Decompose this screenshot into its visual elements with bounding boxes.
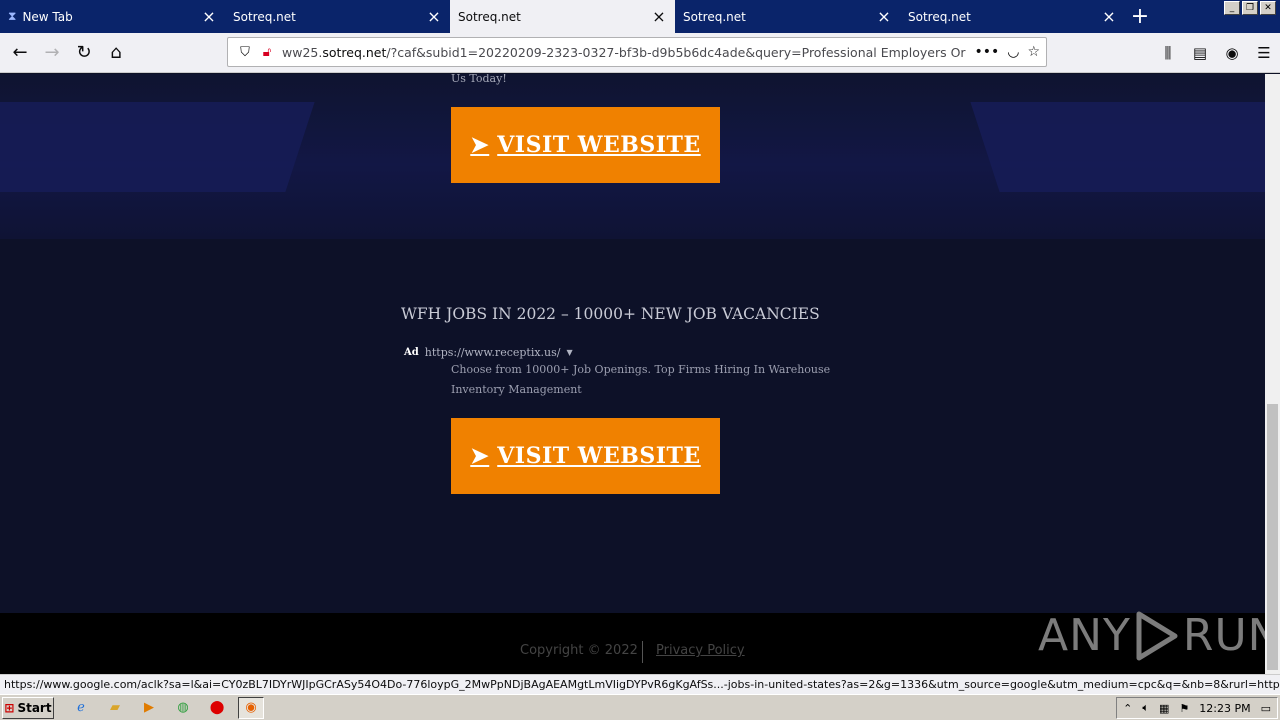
- flag-icon[interactable]: ⚑: [1179, 702, 1189, 715]
- clock[interactable]: 12:23 PM: [1199, 702, 1250, 715]
- url-domain: sotreq.net: [322, 44, 387, 60]
- restore-button[interactable]: ❐: [1242, 1, 1258, 15]
- url-prefix: ww25.: [282, 44, 323, 60]
- vertical-scrollbar[interactable]: [1265, 74, 1280, 674]
- account-icon[interactable]: ◉: [1216, 37, 1248, 69]
- firefox-icon[interactable]: ◉: [238, 696, 264, 719]
- ad-url-link[interactable]: https://www.receptix.us/: [425, 346, 561, 359]
- page-actions-ellipsis-icon[interactable]: •••: [974, 44, 999, 60]
- tab-title: Sotreq.net: [458, 9, 521, 24]
- tab-title: Sotreq.net: [233, 9, 296, 24]
- reload-icon[interactable]: ↻: [68, 37, 100, 69]
- back-arrow-icon[interactable]: ←: [4, 37, 36, 69]
- copyright-text: Copyright © 2022: [520, 643, 638, 658]
- footer-divider: [642, 641, 643, 663]
- new-tab-plus-icon[interactable]: +: [1125, 0, 1155, 33]
- close-icon[interactable]: ×: [201, 8, 217, 25]
- ie-icon[interactable]: ℯ: [68, 697, 94, 719]
- media-player-icon[interactable]: ▶: [136, 697, 162, 719]
- tab-title: Sotreq.net: [683, 9, 746, 24]
- quick-launch: ℯ ▰ ▶ ◍ ⬤ ◉: [68, 696, 264, 719]
- insecure-lock-icon[interactable]: 🔓︎: [256, 45, 278, 60]
- volume-icon[interactable]: 🔈︎: [1142, 701, 1149, 715]
- start-button[interactable]: ⊞ Start: [2, 696, 54, 719]
- visit-website-label: VISIT WEBSITE: [497, 443, 701, 469]
- chrome-icon[interactable]: ◍: [170, 697, 196, 719]
- tab-sotreq-4[interactable]: Sotreq.net ×: [900, 0, 1125, 33]
- ad-url-line: Ad https://www.receptix.us/ ▼: [404, 346, 573, 359]
- tab-sotreq-3[interactable]: Sotreq.net ×: [675, 0, 900, 33]
- opera-icon[interactable]: ⬤: [204, 697, 230, 719]
- visit-website-button-2[interactable]: ➤ VISIT WEBSITE: [451, 418, 720, 494]
- tab-sotreq-2-active[interactable]: Sotreq.net ×: [450, 0, 675, 33]
- sidebar-icon[interactable]: ▤: [1184, 37, 1216, 69]
- close-icon[interactable]: ×: [876, 8, 892, 25]
- arrow-icon: ➤: [470, 132, 490, 158]
- navigation-toolbar: ← → ↻ ⌂ ⛉ 🔓︎ ww25.sotreq.net/?caf&subid1…: [0, 33, 1280, 73]
- ad-badge: Ad: [404, 347, 419, 358]
- tab-new-tab[interactable]: ⧗ New Tab ×: [0, 0, 225, 33]
- scrollbar-thumb[interactable]: [1267, 404, 1278, 670]
- url-rest: /?caf&subid1=20220209-2323-0327-bf3b-d9b…: [386, 44, 967, 60]
- ad-title[interactable]: WFH JOBS IN 2022 – 10000+ NEW JOB VACANC…: [401, 305, 820, 323]
- tray-expand-icon[interactable]: ⌃: [1123, 702, 1132, 715]
- url-text[interactable]: ww25.sotreq.net/?caf&subid1=20220209-232…: [282, 45, 966, 60]
- forward-arrow-icon[interactable]: →: [36, 37, 68, 69]
- decorative-shape: [0, 102, 315, 192]
- windows-logo-icon: ⊞: [4, 700, 15, 715]
- play-logo-icon: [1136, 611, 1178, 660]
- ad-description-partial: Us Today!: [451, 74, 507, 85]
- tab-title: Sotreq.net: [908, 9, 971, 24]
- close-icon[interactable]: ×: [426, 8, 442, 25]
- anyrun-watermark: ANY RUN: [1038, 610, 1280, 661]
- watermark-text-left: ANY: [1038, 610, 1131, 661]
- pocket-icon[interactable]: ◡: [1007, 44, 1019, 60]
- close-icon[interactable]: ×: [1101, 8, 1117, 25]
- minimize-button[interactable]: _: [1224, 1, 1240, 15]
- menu-hamburger-icon[interactable]: ☰: [1248, 37, 1280, 69]
- tab-title: New Tab: [22, 9, 73, 24]
- close-icon[interactable]: ×: [651, 8, 667, 25]
- caret-down-icon[interactable]: ▼: [567, 348, 573, 357]
- address-bar[interactable]: ⛉ 🔓︎ ww25.sotreq.net/?caf&subid1=2022020…: [227, 37, 1047, 67]
- home-icon[interactable]: ⌂: [100, 37, 132, 69]
- show-desktop-icon[interactable]: ▭: [1261, 702, 1271, 715]
- link-status-bar: https://www.google.com/aclk?sa=l&ai=CY0z…: [0, 674, 1280, 694]
- close-window-button[interactable]: ✕: [1260, 1, 1276, 15]
- ad-description: Choose from 10000+ Job Openings. Top Fir…: [451, 363, 831, 396]
- window-controls: _ ❐ ✕: [1224, 1, 1276, 15]
- visit-website-button-1[interactable]: ➤ VISIT WEBSITE: [451, 107, 720, 183]
- library-icon[interactable]: ⫼: [1152, 37, 1184, 69]
- network-icon[interactable]: ▦: [1159, 702, 1169, 715]
- shield-icon[interactable]: ⛉: [234, 45, 256, 60]
- system-tray: ⌃ 🔈︎ ▦ ⚑ 12:23 PM ▭: [1116, 697, 1278, 719]
- page-viewport: Us Today! ➤ VISIT WEBSITE WFH JOBS IN 20…: [0, 74, 1265, 674]
- privacy-policy-link[interactable]: Privacy Policy: [656, 643, 745, 658]
- url-actions: ••• ◡ ☆: [974, 44, 1040, 60]
- start-label: Start: [17, 700, 52, 715]
- tab-sotreq-1[interactable]: Sotreq.net ×: [225, 0, 450, 33]
- bookmark-star-icon[interactable]: ☆: [1027, 44, 1040, 60]
- visit-website-label: VISIT WEBSITE: [497, 132, 701, 158]
- folder-icon[interactable]: ▰: [102, 697, 128, 719]
- tab-strip: ⧗ New Tab × Sotreq.net × Sotreq.net × So…: [0, 0, 1280, 33]
- decorative-shape: [970, 102, 1265, 192]
- toolbar-right: ⫼ ▤ ◉ ☰: [1152, 37, 1280, 69]
- windows-taskbar: ⊞ Start ℯ ▰ ▶ ◍ ⬤ ◉ ⌃ 🔈︎ ▦ ⚑ 12:23 PM ▭: [0, 694, 1280, 720]
- arrow-icon: ➤: [470, 443, 490, 469]
- hourglass-icon: ⧗: [8, 9, 17, 23]
